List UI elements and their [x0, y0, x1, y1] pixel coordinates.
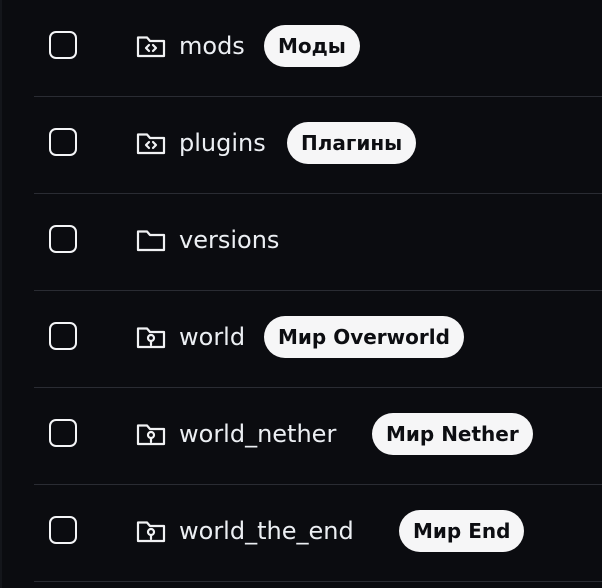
- file-row[interactable]: plugins Плагины: [0, 97, 602, 194]
- select-checkbox[interactable]: [49, 322, 77, 350]
- file-list: mods Моды plugins Плагины versions world…: [0, 0, 602, 582]
- file-row[interactable]: world Мир Overworld: [0, 291, 602, 388]
- folder-name[interactable]: world: [179, 322, 245, 352]
- select-checkbox[interactable]: [49, 225, 77, 253]
- select-checkbox[interactable]: [49, 31, 77, 59]
- select-checkbox[interactable]: [49, 419, 77, 447]
- file-row[interactable]: versions: [0, 194, 602, 291]
- folder-badge: Моды: [264, 25, 360, 67]
- file-row[interactable]: world_nether Мир Nether: [0, 388, 602, 485]
- folder-code-icon: [136, 34, 166, 58]
- folder-code-icon: [136, 131, 166, 155]
- folder-name[interactable]: world_the_end: [179, 516, 354, 546]
- folder-name[interactable]: plugins: [179, 128, 266, 158]
- folder-name[interactable]: world_nether: [179, 419, 336, 449]
- folder-badge: Мир Nether: [372, 413, 533, 455]
- folder-badge: Мир Overworld: [264, 316, 464, 358]
- folder-pin-icon: [136, 519, 166, 543]
- file-row[interactable]: mods Моды: [0, 0, 602, 97]
- folder-name[interactable]: versions: [179, 225, 279, 255]
- folder-pin-icon: [136, 422, 166, 446]
- folder-name[interactable]: mods: [179, 31, 245, 61]
- folder-pin-icon: [136, 325, 166, 349]
- folder-badge: Мир End: [399, 510, 525, 552]
- folder-icon: [136, 228, 166, 252]
- select-checkbox[interactable]: [49, 516, 77, 544]
- folder-badge: Плагины: [287, 122, 417, 164]
- file-row[interactable]: world_the_end Мир End: [0, 485, 602, 582]
- select-checkbox[interactable]: [49, 128, 77, 156]
